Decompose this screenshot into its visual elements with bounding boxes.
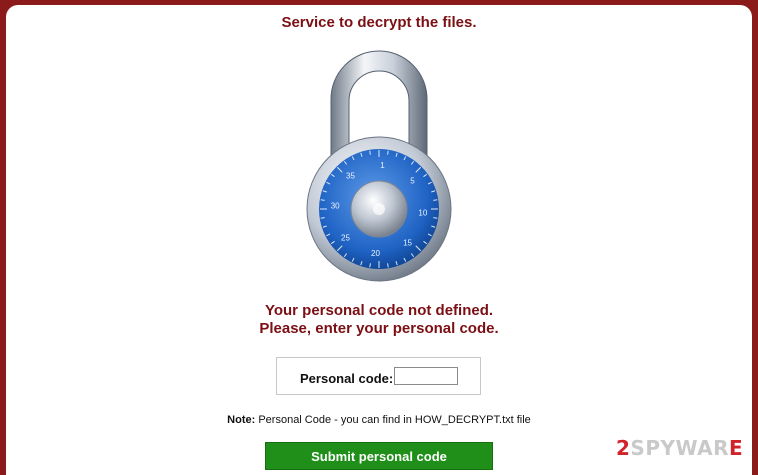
watermark-prefix: 2: [616, 436, 631, 460]
dial-number: 15: [403, 238, 412, 247]
dial-tick: [433, 199, 438, 201]
watermark-icon: E: [729, 436, 744, 460]
dial-number: 1: [380, 161, 385, 170]
status-message: Your personal code not defined. Please, …: [0, 302, 758, 338]
status-message-line1: Your personal code not defined.: [264, 302, 494, 319]
dial-tick: [387, 150, 389, 155]
personal-code-label: Personal code:: [300, 371, 394, 386]
dial-tick: [320, 199, 325, 201]
note-body: Personal Code - you can find in HOW_DECR…: [255, 414, 531, 426]
note-text: Note: Personal Code - you can find in HO…: [0, 414, 758, 426]
personal-code-input[interactable]: [394, 367, 458, 385]
personal-code-box: Personal code:: [276, 357, 481, 395]
dial-tick: [387, 263, 389, 268]
dial-number: 35: [346, 172, 355, 181]
dial-number: 10: [418, 209, 427, 218]
note-prefix: Note:: [227, 414, 256, 426]
dial-number: 20: [371, 249, 380, 258]
dial-tick: [369, 150, 371, 155]
dial-number: 25: [341, 234, 350, 243]
dial-tick: [433, 217, 438, 219]
dial-tick: [320, 217, 325, 219]
dial-tick: [369, 263, 371, 268]
status-message-line2: Please, enter your personal code.: [259, 320, 499, 337]
dial-number: 30: [331, 201, 340, 210]
dial-number: 5: [410, 176, 415, 185]
page-title: Service to decrypt the files.: [281, 14, 477, 31]
watermark-logo: 2SPYWARE: [616, 436, 743, 460]
watermark-text: SPYWAR: [630, 436, 730, 460]
padlock-icon: 15101520253035: [306, 50, 452, 282]
